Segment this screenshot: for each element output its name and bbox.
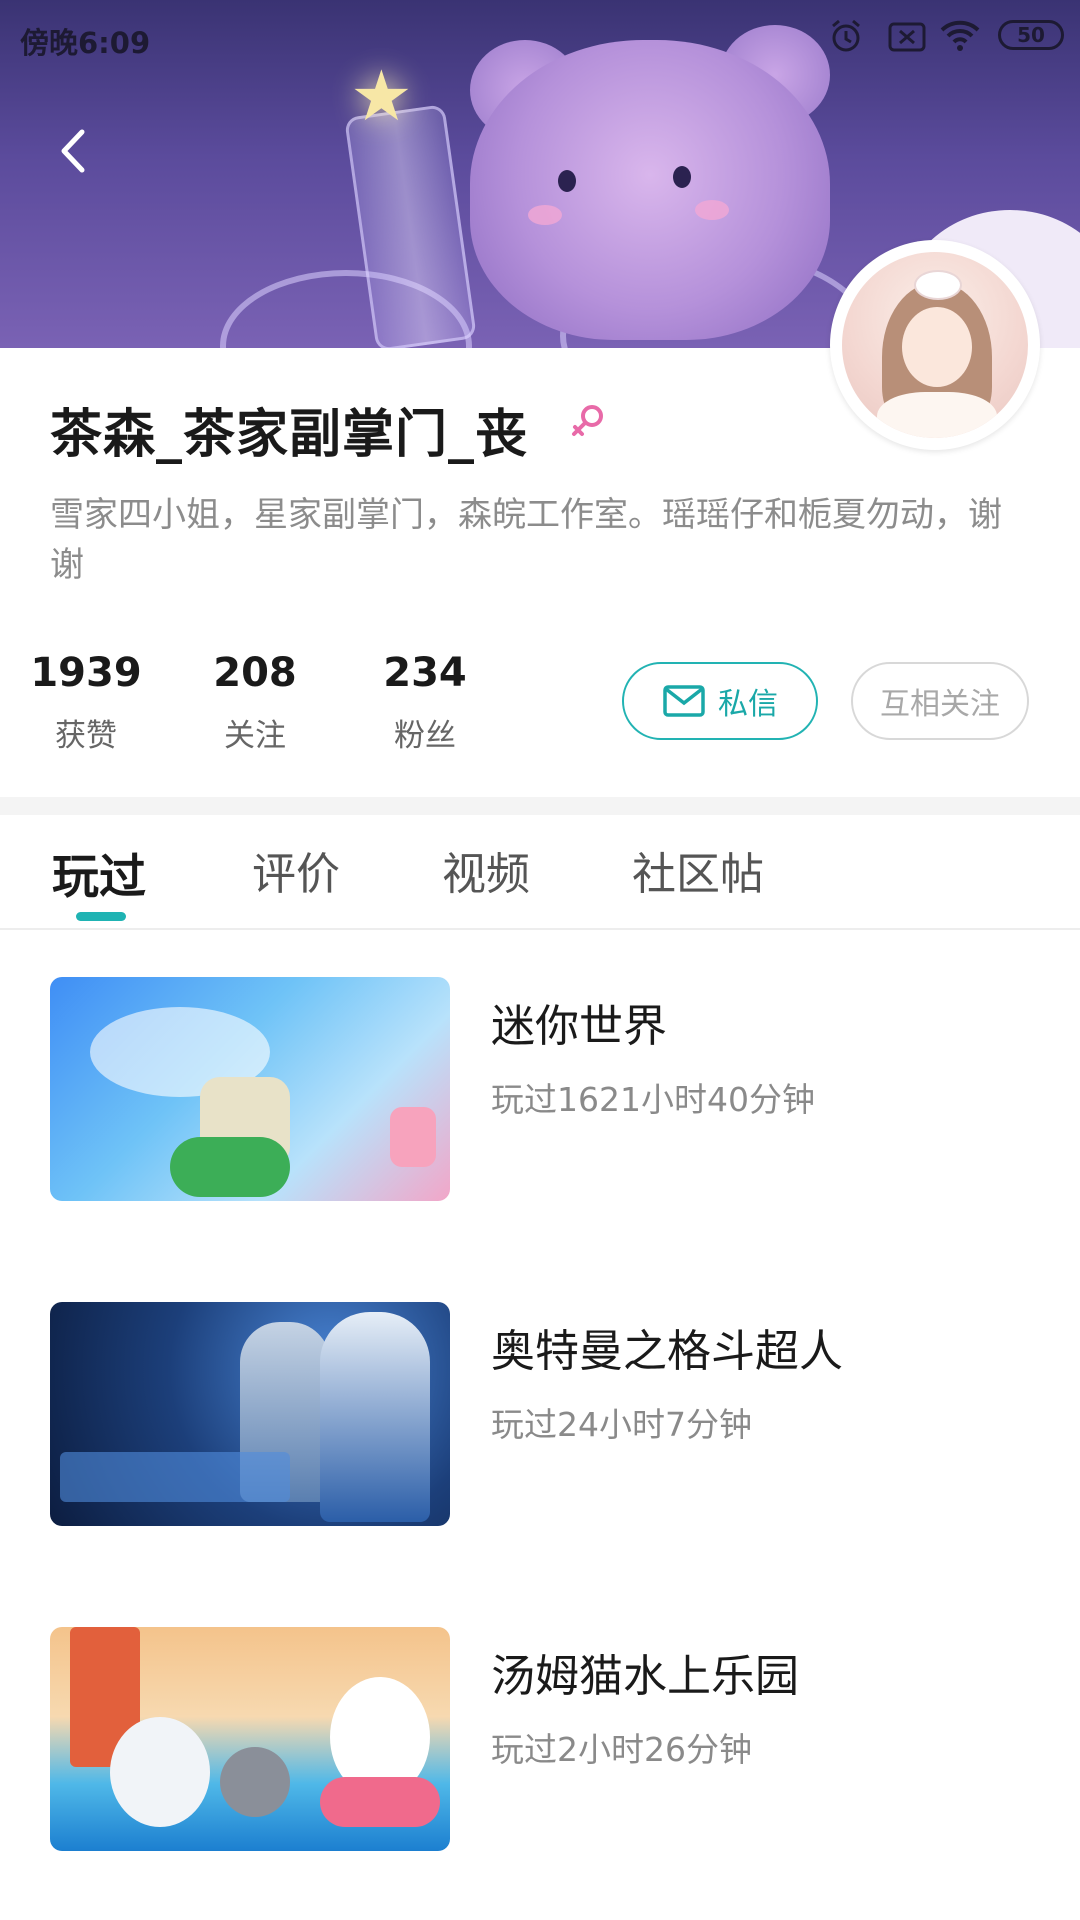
- stat-value: 234: [383, 650, 467, 696]
- thumb-cat: [220, 1747, 290, 1817]
- bear-blush: [528, 205, 562, 225]
- mail-icon: [663, 685, 705, 717]
- bear-illustration: [470, 40, 830, 340]
- stat-label: 关注: [224, 718, 286, 754]
- game-title[interactable]: 迷你世界: [491, 990, 667, 1054]
- battery-level: 50: [1017, 23, 1045, 47]
- avatar-image: [842, 252, 1028, 438]
- game-title[interactable]: 奥特曼之格斗超人: [491, 1315, 843, 1379]
- message-button-label: 私信: [718, 687, 778, 722]
- tab-played[interactable]: 玩过: [52, 838, 146, 907]
- follow-button-label: 互相关注: [880, 687, 1000, 722]
- stat-likes[interactable]: 1939 获赞: [6, 650, 166, 755]
- banner-star: ★: [350, 55, 413, 137]
- stat-value: 1939: [30, 650, 142, 696]
- battery-icon: 50: [998, 20, 1064, 50]
- tab-active-indicator: [76, 912, 126, 921]
- status-time: 傍晚6:09: [20, 26, 151, 60]
- game-playtime: 玩过24小时7分钟: [491, 1405, 752, 1444]
- tab-reviews[interactable]: 评价: [252, 838, 340, 902]
- game-thumbnail-ultraman[interactable]: [50, 1302, 450, 1526]
- tab-bar-divider: [0, 928, 1080, 930]
- back-arrow-icon[interactable]: [52, 128, 98, 174]
- avatar-body: [877, 392, 997, 438]
- avatar[interactable]: [830, 240, 1040, 450]
- bear-eye: [558, 170, 576, 192]
- game-thumbnail-mini-world[interactable]: [50, 977, 450, 1201]
- profile-bio: 雪家四小姐，星家副掌门，森皖工作室。瑶瑶仔和栀夏勿动，谢谢: [50, 495, 1002, 585]
- thumb-banner: [60, 1452, 290, 1502]
- section-divider: [0, 797, 1080, 815]
- alarm-icon: [832, 19, 860, 52]
- thumb-hero: [320, 1312, 430, 1522]
- thumb-float: [320, 1777, 440, 1827]
- game-thumbnail-tom-cat[interactable]: [50, 1627, 450, 1851]
- mutual-follow-button[interactable]: 互相关注: [851, 662, 1029, 740]
- stat-followers[interactable]: 234 粉丝: [345, 650, 505, 755]
- wifi-icon: [940, 20, 980, 51]
- stat-label: 获赞: [55, 718, 117, 754]
- female-gender-icon: [572, 405, 603, 436]
- stat-following[interactable]: 208 关注: [175, 650, 335, 755]
- bear-blush: [695, 200, 729, 220]
- tab-community-posts[interactable]: 社区帖: [632, 838, 764, 902]
- thumb-rabbit: [390, 1107, 436, 1167]
- tab-videos[interactable]: 视频: [442, 838, 530, 902]
- game-title[interactable]: 汤姆猫水上乐园: [491, 1640, 799, 1704]
- bear-eye: [673, 166, 691, 188]
- game-playtime: 玩过1621小时40分钟: [491, 1080, 815, 1119]
- stat-label: 粉丝: [394, 718, 456, 754]
- stat-value: 208: [213, 650, 297, 696]
- thumb-dino: [170, 1137, 290, 1197]
- avatar-bow: [914, 270, 962, 300]
- game-playtime: 玩过2小时26分钟: [491, 1730, 752, 1769]
- profile-name: 茶森_茶家副掌门_丧: [50, 405, 529, 465]
- sim-off-icon: [888, 22, 926, 52]
- message-button[interactable]: 私信: [622, 662, 818, 740]
- avatar-face: [902, 307, 972, 387]
- thumb-dog: [110, 1717, 210, 1827]
